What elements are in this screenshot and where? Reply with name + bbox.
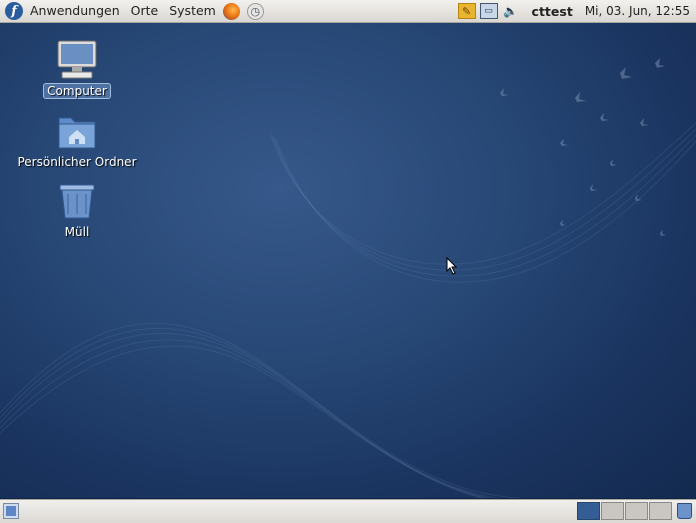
- bottom-panel: [0, 499, 696, 523]
- desktop-icon-label: Persönlicher Ordner: [17, 155, 137, 169]
- desktop[interactable]: Computer Persönlicher Ordner Müll: [0, 23, 696, 498]
- volume-icon[interactable]: 🔈: [502, 3, 520, 19]
- mouse-cursor-icon: [446, 257, 458, 275]
- workspace-4[interactable]: [649, 502, 672, 520]
- show-desktop-icon[interactable]: [3, 503, 19, 519]
- clock[interactable]: Mi, 03. Jun, 12:55: [585, 4, 690, 18]
- desktop-icon-home-folder[interactable]: Persönlicher Ordner: [12, 112, 142, 169]
- mail-launcher-icon[interactable]: ◷: [246, 2, 264, 20]
- network-icon[interactable]: ▭: [479, 3, 498, 19]
- workspace-3[interactable]: [625, 502, 648, 520]
- trash-applet-icon[interactable]: [677, 503, 692, 519]
- menu-system[interactable]: System: [169, 0, 216, 22]
- workspace-1[interactable]: [577, 502, 600, 520]
- home-folder-icon: [55, 112, 99, 152]
- trash-icon: [55, 182, 99, 222]
- top-panel: f Anwendungen Orte System ◷ ✎ ▭ 🔈 cttest…: [0, 0, 696, 23]
- user-menu[interactable]: cttest: [532, 4, 573, 19]
- computer-icon: [55, 40, 99, 80]
- fedora-logo-icon[interactable]: f: [5, 2, 23, 20]
- update-icon[interactable]: ✎: [457, 3, 476, 19]
- desktop-icon-trash[interactable]: Müll: [12, 182, 142, 239]
- desktop-icon-label: Computer: [43, 83, 111, 99]
- workspace-switcher[interactable]: [577, 502, 673, 520]
- menu-anwendungen[interactable]: Anwendungen: [30, 0, 120, 22]
- desktop-icon-computer[interactable]: Computer: [12, 40, 142, 99]
- workspace-2[interactable]: [601, 502, 624, 520]
- desktop-icon-label: Müll: [64, 225, 90, 239]
- firefox-launcher-icon[interactable]: [222, 2, 240, 20]
- menu-orte[interactable]: Orte: [131, 0, 159, 22]
